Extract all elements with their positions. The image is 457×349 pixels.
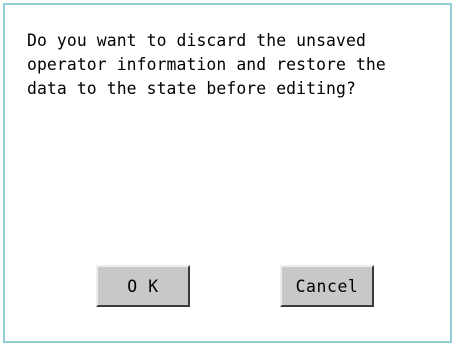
message-line-1: Do you want to discard the unsaved (27, 31, 366, 50)
dialog-message: Do you want to discard the unsaved opera… (27, 29, 452, 101)
cancel-button-label: Cancel (295, 276, 359, 296)
cancel-button[interactable]: Cancel (280, 265, 374, 307)
ok-button-label: O K (127, 276, 159, 296)
message-line-2: operator information and restore the (27, 55, 386, 74)
confirm-discard-dialog: Do you want to discard the unsaved opera… (3, 3, 452, 343)
message-line-3: data to the state before editing? (27, 79, 356, 98)
ok-button[interactable]: O K (96, 265, 190, 307)
